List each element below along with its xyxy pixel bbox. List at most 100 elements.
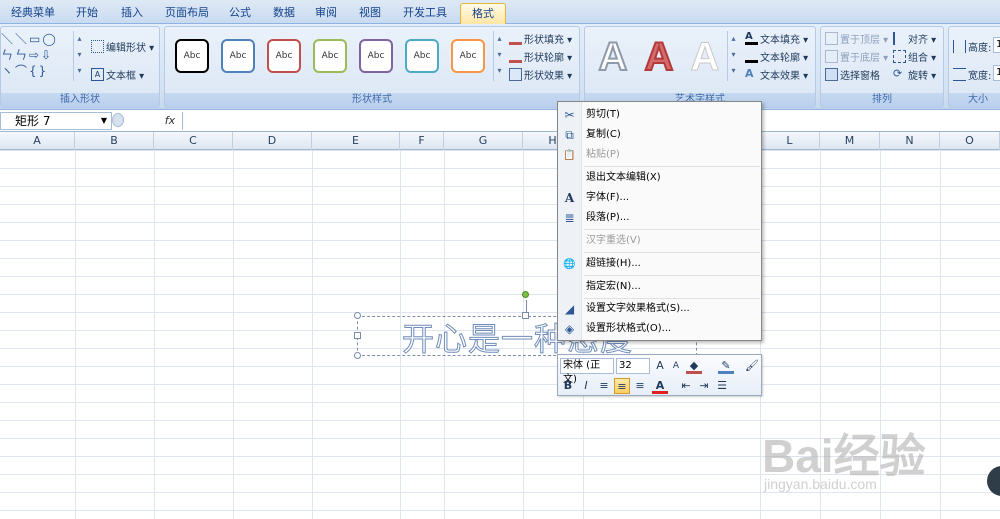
tab-data[interactable]: 数据 [266,3,302,24]
outline-color-icon[interactable]: ✎ [718,358,734,374]
formula-expand-icon[interactable] [112,113,124,127]
grow-font-icon[interactable]: A [652,358,668,374]
align-left-icon[interactable]: ≡ [596,378,612,394]
font-name-select[interactable]: 宋体 (正文) [560,358,614,385]
format-shape-icon: ◈ [564,322,575,336]
bullets-icon[interactable]: ☰ [714,378,730,394]
send-to-back-button[interactable]: 置于底层 ▾ [825,49,888,64]
tab-classic-menu[interactable]: 经典菜单 [4,3,62,24]
shape-effects-button[interactable]: 形状效果 ▾ [509,67,572,82]
width-field: 宽度: [953,67,991,82]
group-size: 高度: 1 宽度: 1 大小 [948,26,1000,108]
align-button[interactable]: 对齐 ▾ [893,31,936,46]
menu-item-hyperlink[interactable]: 🌐 超链接(H)... [558,254,761,274]
gridline [75,150,76,519]
shape-style-green[interactable]: Abc [313,39,347,73]
column-header-g[interactable]: G [444,132,523,150]
selection-pane-button[interactable]: 选择窗格 [825,67,880,82]
menu-item-exit-text-edit[interactable]: 退出文本编辑(X) [558,168,761,188]
column-header-f[interactable]: F [400,132,444,150]
menu-item-format-shape[interactable]: ◈ 设置形状格式(O)... [558,319,761,339]
rotate-button[interactable]: ⟳ 旋转 ▾ [893,67,936,82]
tab-insert[interactable]: 插入 [112,3,152,24]
clipboard-icon: 📋 [563,150,576,161]
text-effects-button[interactable]: A 文本效果 ▾ [745,67,808,82]
increase-indent-icon[interactable]: ⇥ [696,378,712,394]
column-header-c[interactable]: C [154,132,233,150]
column-header-m[interactable]: M [820,132,880,150]
format-painter-icon[interactable]: 🖌 [744,358,760,374]
context-menu: ✂ 剪切(T) ⧉ 复制(C) 📋 粘贴(P) 退出文本编辑(X) A 字体(F)...… [557,101,762,341]
resize-handle-bottom-left[interactable] [354,352,361,359]
fill-color-icon[interactable]: ◆ [686,358,702,374]
bring-to-front-button[interactable]: 置于顶层 ▾ [825,31,888,46]
shape-style-black[interactable]: Abc [175,39,209,73]
resize-handle-top-left[interactable] [354,312,361,319]
group-button[interactable]: 组合 ▾ [893,49,936,64]
menu-item-format-text-effects[interactable]: ◢ 设置文字效果格式(S)... [558,299,761,319]
menu-item-font[interactable]: A 字体(F)... [558,188,761,208]
font-color-icon[interactable]: A [652,378,668,394]
pen-icon [509,50,522,63]
menu-item-reconversion[interactable]: 汉字重选(V) [558,231,761,251]
textbox-button[interactable]: A 文本框 ▾ [91,67,144,82]
wordart-style-red[interactable]: A [637,34,681,80]
italic-icon[interactable]: I [578,378,594,394]
shapes-gallery[interactable]: ＼＼▭◯ ㄣㄣ⇨⇩ ヽ⌒{} [1,31,73,83]
column-header-d[interactable]: D [233,132,312,150]
shape-style-aqua[interactable]: Abc [405,39,439,73]
shape-style-purple[interactable]: Abc [359,39,393,73]
gridline [154,150,155,519]
text-fill-icon: A [745,32,758,45]
column-header-a[interactable]: A [0,132,75,150]
tab-home[interactable]: 开始 [66,3,108,24]
rotation-handle[interactable] [522,291,529,298]
column-header-o[interactable]: O [940,132,1000,150]
wordart-scroll[interactable]: ▴ ▾ ▾ [727,31,739,81]
tab-page-layout[interactable]: 页面布局 [158,3,216,24]
shape-outline-button[interactable]: 形状轮廓 ▾ [509,49,572,64]
name-box[interactable]: 矩形 7 ▼ [0,112,112,130]
column-header-e[interactable]: E [312,132,400,150]
shrink-font-icon[interactable]: A [668,358,684,374]
edit-shape-button[interactable]: 编辑形状 ▾ [91,39,154,54]
align-center-icon[interactable]: ≡ [614,378,630,394]
bold-icon[interactable]: B [560,378,576,394]
fx-icon[interactable]: fx [160,112,180,130]
tab-review[interactable]: 审阅 [308,3,344,24]
column-header-n[interactable]: N [880,132,940,150]
shape-styles-scroll[interactable]: ▴ ▾ ▾ [493,31,505,81]
name-box-dropdown-icon[interactable]: ▼ [101,113,107,129]
align-right-icon[interactable]: ≡ [632,378,648,394]
column-header-b[interactable]: B [75,132,154,150]
wordart-style-outline[interactable]: A [591,34,635,80]
text-fill-button[interactable]: A 文本填充 ▾ [745,31,808,46]
shape-effects-icon [509,68,522,81]
shape-style-red[interactable]: Abc [267,39,301,73]
font-size-select[interactable]: 32 [616,358,650,374]
tab-developer[interactable]: 开发工具 [396,3,454,24]
tab-format[interactable]: 格式 [460,3,506,24]
shapes-gallery-scroll[interactable]: ▴ ▾ ▾ [73,31,85,81]
shape-fill-button[interactable]: 形状填充 ▾ [509,31,572,46]
width-input[interactable]: 1 [993,65,1000,81]
wordart-style-white[interactable]: A [683,35,727,80]
menu-item-copy[interactable]: ⧉ 复制(C) [558,125,761,145]
menu-item-assign-macro[interactable]: 指定宏(N)... [558,277,761,297]
group-arrange: 置于顶层 ▾ 置于底层 ▾ 选择窗格 对齐 ▾ 组合 ▾ ⟳ 旋转 ▾ 排列 [820,26,944,108]
tab-view[interactable]: 视图 [352,3,388,24]
shape-style-blue[interactable]: Abc [221,39,255,73]
menu-item-cut[interactable]: ✂ 剪切(T) [558,105,761,125]
width-icon [953,68,966,81]
tab-formulas[interactable]: 公式 [222,3,258,24]
ribbon: ＼＼▭◯ ㄣㄣ⇨⇩ ヽ⌒{} ▴ ▾ ▾ 编辑形状 ▾ A 文本框 ▾ 插入形状 Abc … [0,24,1000,110]
height-input[interactable]: 1 [993,37,1000,53]
resize-handle-top[interactable] [522,312,529,319]
column-header-l[interactable]: L [760,132,820,150]
shape-style-orange[interactable]: Abc [451,39,485,73]
decrease-indent-icon[interactable]: ⇤ [678,378,694,394]
menu-item-paragraph[interactable]: ≣ 段落(P)... [558,208,761,228]
menu-item-paste[interactable]: 📋 粘贴(P) [558,145,761,165]
text-outline-button[interactable]: 文本轮廓 ▾ [745,49,808,64]
resize-handle-left[interactable] [354,332,361,339]
